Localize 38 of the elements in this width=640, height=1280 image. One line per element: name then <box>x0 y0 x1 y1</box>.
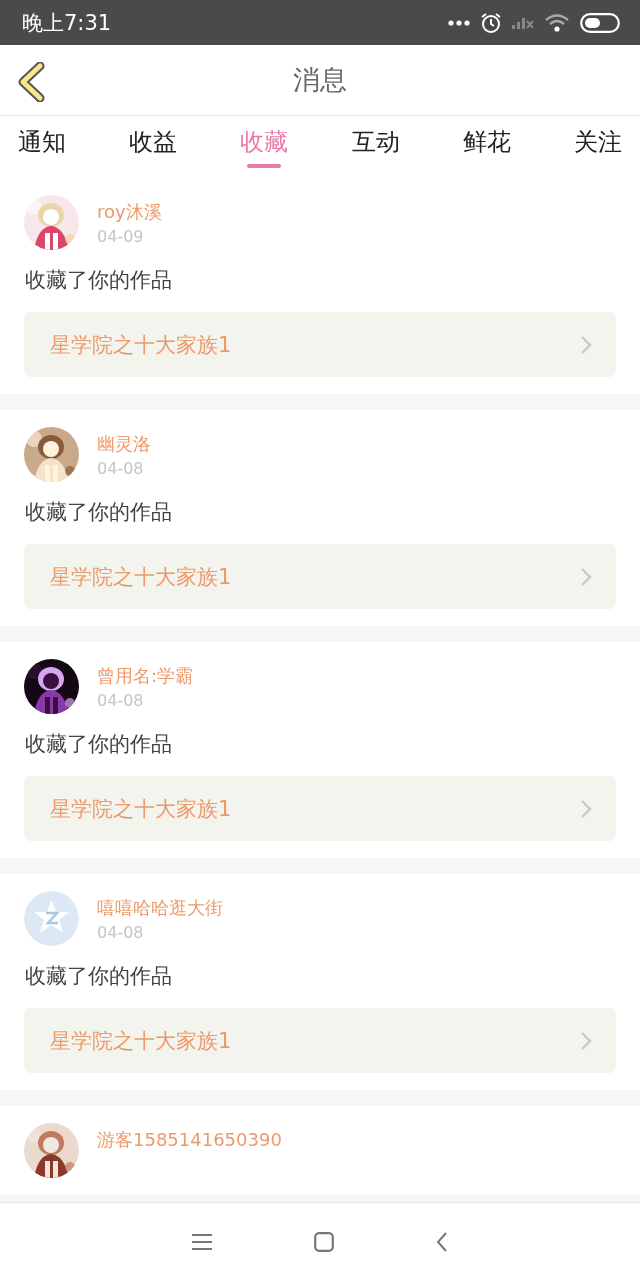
work-link[interactable]: 星学院之十大家族1 <box>24 544 616 609</box>
tab[interactable]: 收益 <box>119 116 188 178</box>
message-text: 收藏了你的作品 <box>25 267 173 294</box>
chevron-right-icon <box>580 334 592 355</box>
user-name[interactable]: 游客1585141650390 <box>97 1128 282 1152</box>
battery-icon <box>580 12 620 33</box>
tab[interactable]: 关注 <box>563 116 632 178</box>
tab[interactable]: 通知 <box>8 116 76 178</box>
status-time: 晚上7:31 <box>22 9 113 37</box>
message-date: 04-08 <box>97 922 145 944</box>
work-link[interactable]: 星学院之十大家族1 <box>24 1008 616 1073</box>
message-text: 收藏了你的作品 <box>25 731 173 758</box>
signal-icon <box>512 16 534 29</box>
work-link[interactable]: 星学院之十大家族1 <box>24 312 616 377</box>
chevron-right-icon <box>580 1030 592 1051</box>
message-date: 04-09 <box>97 226 145 248</box>
message-text: 收藏了你的作品 <box>25 963 173 990</box>
work-link[interactable]: 星学院之十大家族1 <box>24 776 616 841</box>
user-name[interactable]: 曾用名:学霸 <box>97 664 194 688</box>
page-title: 消息 <box>293 63 347 97</box>
user-name[interactable]: roy沐溪 <box>97 200 162 224</box>
message-date: 04-08 <box>97 458 145 480</box>
alarm-icon <box>480 11 502 34</box>
user-name[interactable]: 幽灵洛 <box>97 432 151 456</box>
back-icon[interactable] <box>16 62 46 102</box>
user-name[interactable]: 嘻嘻哈哈逛大街 <box>97 896 223 920</box>
chevron-right-icon <box>580 798 592 819</box>
message-date: 04-08 <box>97 690 145 712</box>
back-nav-icon[interactable] <box>436 1230 448 1253</box>
tab[interactable]: 鲜花 <box>452 116 521 178</box>
tab[interactable]: 互动 <box>341 116 410 178</box>
more-dots-icon <box>448 19 470 26</box>
wifi-icon <box>544 12 570 33</box>
tab[interactable]: 收藏 <box>230 116 299 178</box>
message-text: 收藏了你的作品 <box>25 499 173 526</box>
home-icon[interactable] <box>314 1231 334 1252</box>
chevron-right-icon <box>580 566 592 587</box>
menu-icon[interactable] <box>192 1232 212 1251</box>
